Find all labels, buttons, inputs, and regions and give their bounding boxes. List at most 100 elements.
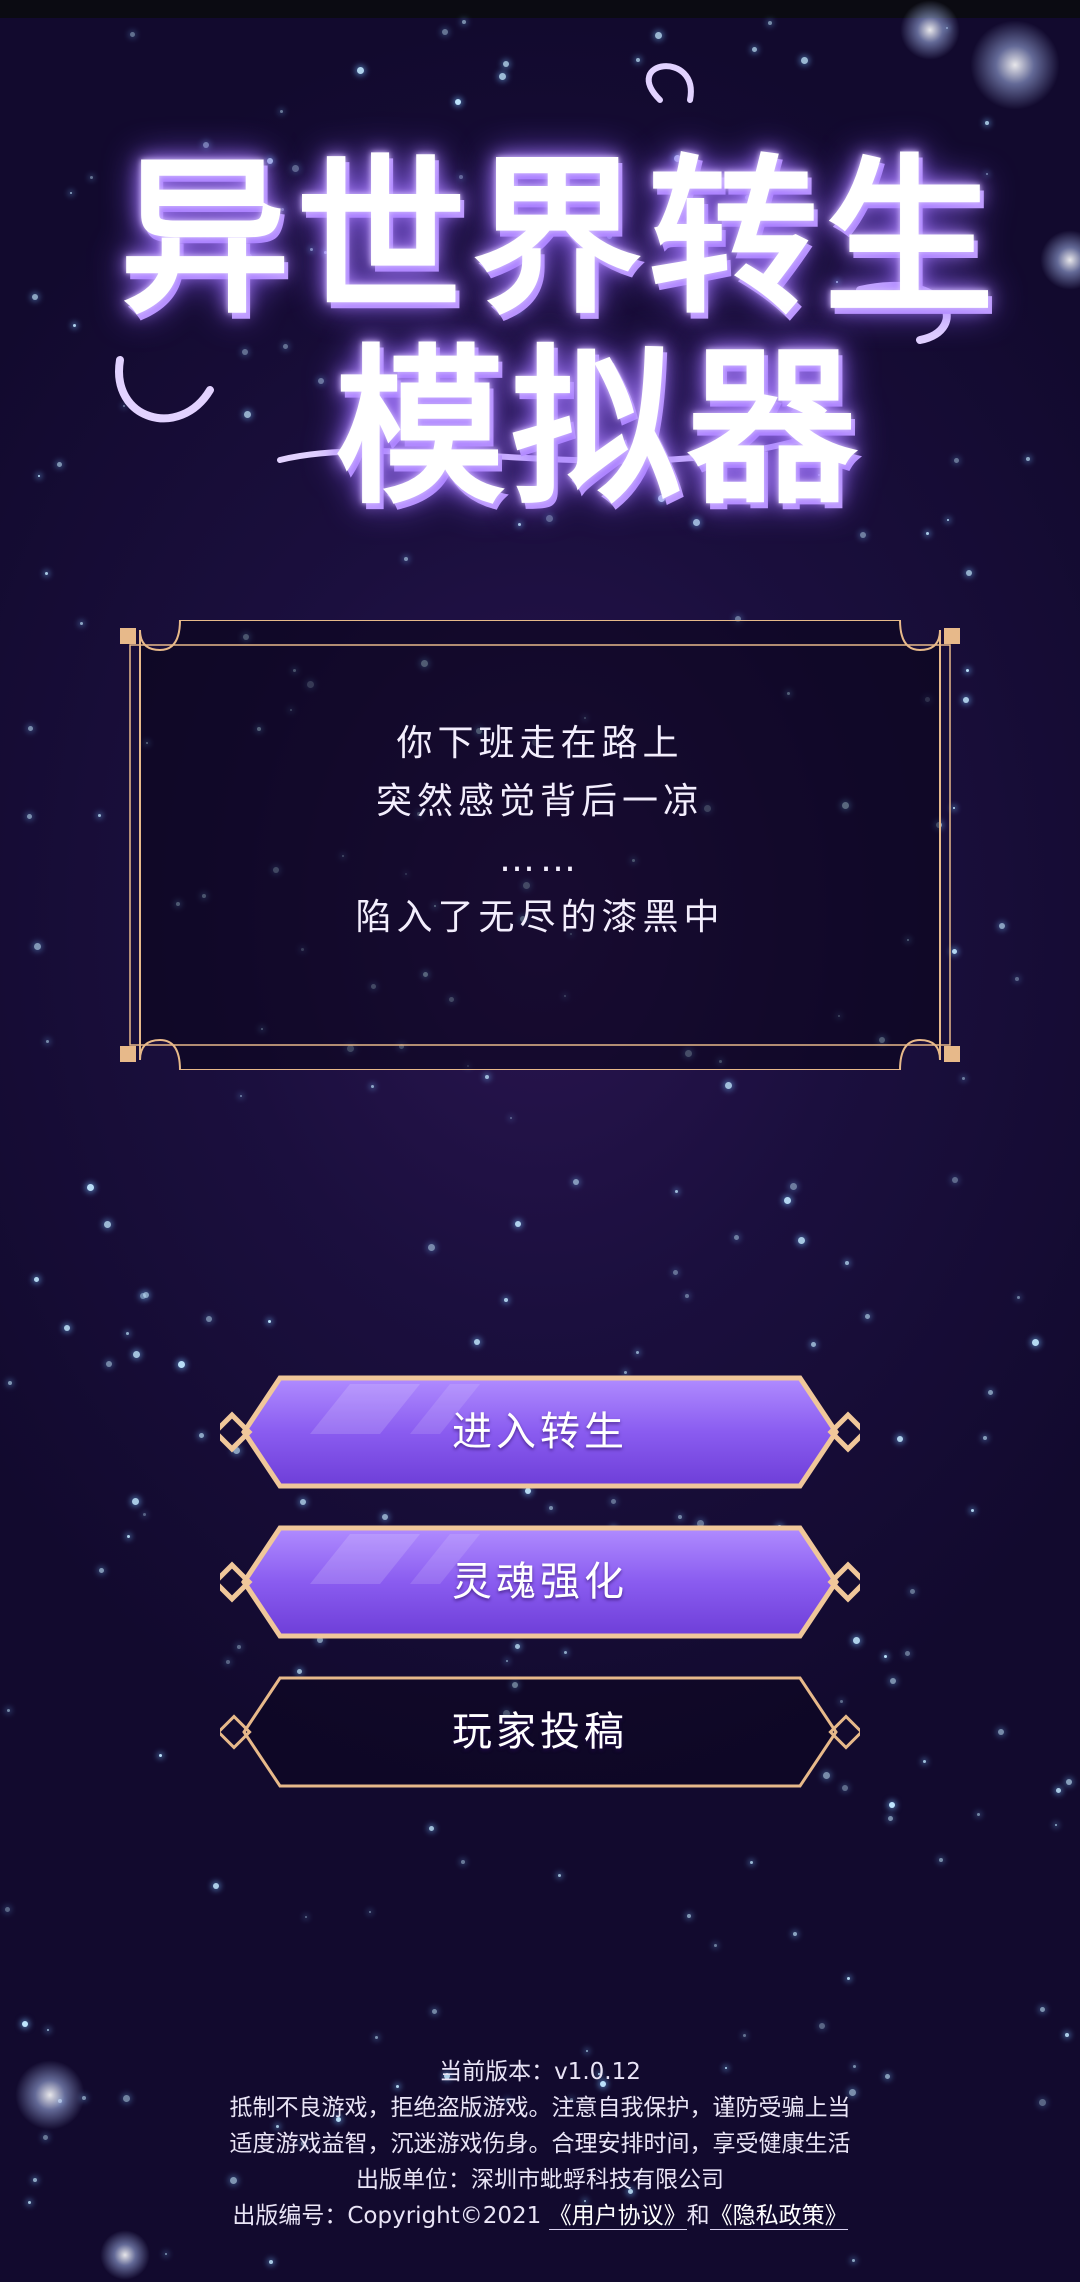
star <box>1056 1788 1061 1793</box>
star <box>133 1351 140 1358</box>
story-line: 突然感觉背后一凉 <box>375 781 704 822</box>
star <box>165 2253 167 2255</box>
star <box>999 923 1005 929</box>
glow-orb <box>100 2230 150 2280</box>
soul-upgrade-button[interactable]: 灵魂强化 <box>220 1524 860 1640</box>
user-agreement-link[interactable]: 《用户协议》 <box>548 2203 687 2230</box>
version-text: 当前版本：v1.0.12 <box>439 2059 641 2085</box>
star <box>106 1361 112 1367</box>
star <box>104 1221 111 1228</box>
star <box>1065 2033 1069 2037</box>
star <box>159 1754 162 1757</box>
player-submission-button[interactable]: 玩家投稿 <box>220 1674 860 1790</box>
star <box>564 1651 567 1654</box>
star <box>64 1325 70 1331</box>
star <box>126 1332 129 1335</box>
health-notice-line2: 适度游戏益智，沉迷游戏伤身。合理安排时间，享受健康生活 <box>229 2131 851 2157</box>
star <box>8 1381 12 1385</box>
star <box>847 1977 850 1980</box>
story-frame: 你下班走在路上 突然感觉背后一凉 …… 陷入了无尽的漆黑中 <box>120 620 960 1070</box>
star <box>506 1660 508 1662</box>
star <box>673 1270 678 1275</box>
enter-rebirth-label: 进入转生 <box>452 1409 628 1455</box>
star <box>22 2021 28 2027</box>
story-line: 陷入了无尽的漆黑中 <box>355 897 725 938</box>
star <box>939 1858 943 1862</box>
star <box>675 1190 678 1193</box>
game-logo: 异世界转生 模拟器 <box>100 60 994 528</box>
star <box>132 1498 139 1505</box>
star <box>404 557 408 561</box>
star <box>45 572 48 575</box>
star <box>98 814 101 817</box>
star <box>382 1514 388 1520</box>
footer: 当前版本：v1.0.12 抵制不良游戏，拒绝盗版游戏。注意自我保护，谨防受骗上当… <box>0 2054 1080 2234</box>
star <box>127 1535 130 1538</box>
star <box>845 1261 849 1265</box>
star <box>890 1678 896 1684</box>
star <box>549 1506 553 1510</box>
star <box>80 622 83 625</box>
privacy-policy-link[interactable]: 《隐私政策》 <box>709 2203 848 2230</box>
star <box>897 1436 903 1442</box>
and-text: 和 <box>686 2203 710 2229</box>
star <box>99 1568 104 1573</box>
star <box>515 1221 521 1227</box>
player-submission-label: 玩家投稿 <box>452 1709 628 1755</box>
star <box>952 1177 958 1183</box>
star <box>371 1085 374 1088</box>
story-line: 你下班走在路上 <box>396 723 684 764</box>
star <box>750 1861 753 1864</box>
publication-number-line: 出版编号：Copyright©2021 《用户协议》和《隐私政策》 <box>0 2198 1080 2234</box>
star <box>87 1184 94 1191</box>
star <box>685 1294 689 1298</box>
star <box>1015 977 1019 981</box>
star <box>300 1499 306 1505</box>
star <box>178 1361 185 1368</box>
enter-rebirth-button[interactable]: 进入转生 <box>220 1374 860 1490</box>
star <box>1032 1339 1039 1346</box>
star <box>1040 2007 1045 2012</box>
star <box>213 1883 219 1889</box>
star <box>852 2259 855 2262</box>
star <box>998 1729 1004 1735</box>
star <box>442 29 448 35</box>
story-text: 你下班走在路上 突然感觉背后一凉 …… 陷入了无尽的漆黑中 <box>120 715 960 947</box>
star <box>206 1316 212 1322</box>
star <box>485 1075 489 1079</box>
star <box>199 1433 204 1438</box>
star <box>636 1351 639 1354</box>
star <box>988 1390 993 1395</box>
star <box>926 532 929 535</box>
glow-orb <box>900 0 960 60</box>
star <box>46 1040 49 1043</box>
star <box>130 32 135 37</box>
star <box>226 1660 230 1664</box>
publisher-text: 出版单位：深圳市蚍蜉科技有限公司 <box>356 2167 724 2193</box>
star <box>714 1944 717 1947</box>
star <box>73 324 76 327</box>
star <box>1017 1296 1020 1299</box>
star <box>966 669 969 672</box>
star <box>34 1277 39 1282</box>
star <box>888 1816 893 1821</box>
star <box>369 1911 371 1913</box>
star <box>5 1907 10 1912</box>
star <box>1066 1779 1072 1785</box>
star <box>90 176 93 179</box>
star <box>28 726 33 731</box>
star <box>1026 457 1030 461</box>
game-title-screen: 异世界转生 模拟器 你下班走在路上 突然感觉背后一凉 …… 陷入了无尽的漆黑中 <box>0 0 1080 2282</box>
star <box>143 1292 149 1298</box>
star <box>725 1082 732 1089</box>
star <box>461 1860 465 1864</box>
star <box>504 1298 508 1302</box>
star <box>474 1339 480 1345</box>
star <box>790 1183 797 1190</box>
story-line: …… <box>499 839 581 880</box>
star <box>305 1916 307 1918</box>
star <box>865 1314 870 1319</box>
star <box>38 475 40 477</box>
star <box>1055 1824 1057 1826</box>
star <box>27 814 32 819</box>
